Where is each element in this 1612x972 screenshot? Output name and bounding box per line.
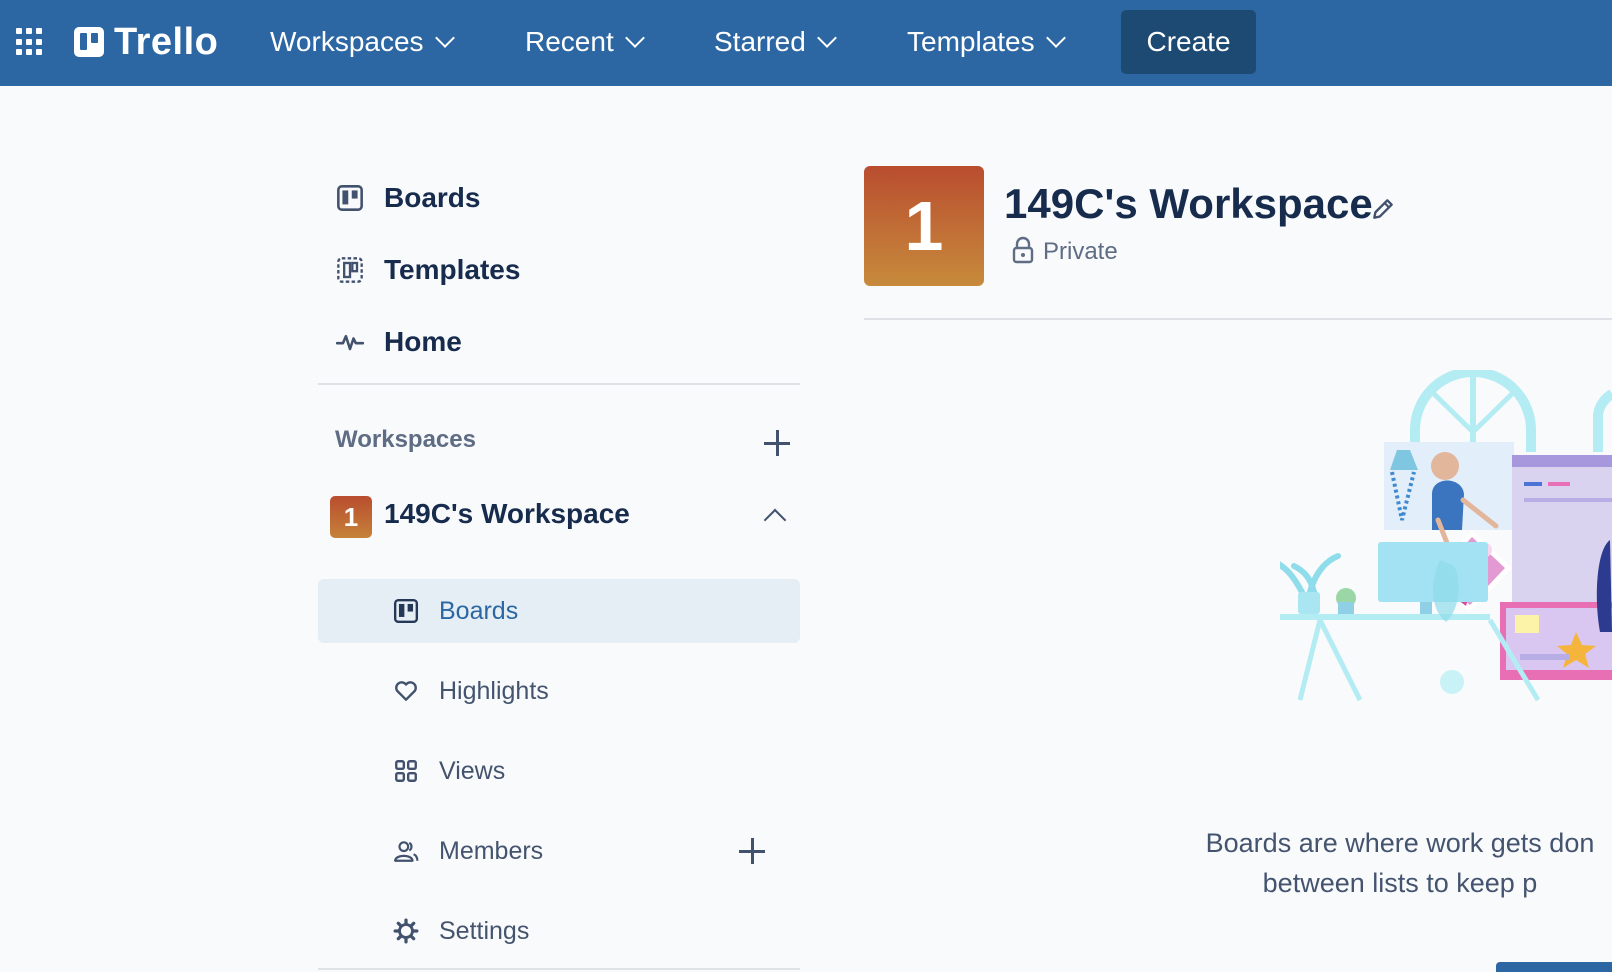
nav-templates-label: Templates <box>907 26 1035 57</box>
pencil-icon[interactable] <box>1370 196 1396 222</box>
lock-icon <box>1012 236 1034 264</box>
members-icon <box>394 841 419 862</box>
trello-logo[interactable]: Trello <box>74 20 219 63</box>
board-icon <box>337 185 363 211</box>
sidebar-link-boards[interactable]: Boards <box>336 176 480 220</box>
add-workspace-icon[interactable] <box>764 430 790 456</box>
sidebar-link-templates[interactable]: Templates <box>336 248 520 292</box>
top-navigation-bar: Trello Workspaces Recent Starred Templat… <box>0 0 1612 86</box>
sidebar-item-label: Highlights <box>439 676 549 705</box>
workspaces-header: Workspaces <box>335 426 476 453</box>
grid-icon <box>395 760 417 782</box>
board-icon <box>393 598 419 624</box>
heart-icon <box>395 681 417 701</box>
sidebar-item-views[interactable]: Views <box>318 739 800 803</box>
chevron-down-icon <box>816 28 837 48</box>
empty-state-text: Boards are where work gets don between l… <box>1170 823 1612 903</box>
sidebar-item-label: Members <box>439 836 544 865</box>
visibility-label[interactable]: Private <box>1043 238 1118 266</box>
sidebar-divider <box>318 383 800 385</box>
chevron-up-icon[interactable] <box>763 508 787 532</box>
create-button[interactable]: Create <box>1121 10 1256 74</box>
trello-logo-icon <box>74 27 104 57</box>
nav-workspaces[interactable]: Workspaces <box>270 20 455 64</box>
sidebar-link-label: Home <box>384 326 462 357</box>
empty-state-line-1: Boards are where work gets don <box>1205 828 1595 858</box>
activity-icon <box>336 334 364 351</box>
sidebar-link-label: Templates <box>384 254 521 285</box>
boards-illustration <box>1280 370 1612 702</box>
workspace-logo: 1 <box>864 166 984 286</box>
gear-icon <box>393 918 419 944</box>
nav-templates[interactable]: Templates <box>907 20 1066 64</box>
sidebar-item-label: Settings <box>439 916 530 945</box>
empty-state-line-2: between lists to keep p <box>1262 868 1538 898</box>
nav-recent[interactable]: Recent <box>525 20 645 64</box>
sidebar-item-label: Boards <box>439 596 519 625</box>
nav-starred[interactable]: Starred <box>714 20 837 64</box>
nav-starred-label: Starred <box>714 26 806 57</box>
add-member-icon[interactable] <box>739 838 765 864</box>
app-switcher-icon[interactable] <box>16 28 44 56</box>
chevron-down-icon <box>1045 28 1066 48</box>
workspace-name[interactable]: 149C's Workspace <box>384 498 630 530</box>
workspace-title: 149C's Workspace <box>1004 180 1373 227</box>
sidebar-link-home[interactable]: Home <box>336 320 462 364</box>
main-divider <box>864 318 1612 320</box>
sidebar-divider-bottom <box>318 968 800 970</box>
create-board-button[interactable] <box>1496 962 1612 972</box>
workspace-avatar: 1 <box>330 496 372 538</box>
sidebar-item-settings[interactable]: Settings <box>318 899 800 963</box>
nav-recent-label: Recent <box>525 26 614 57</box>
sidebar-item-boards[interactable]: Boards <box>318 579 800 643</box>
template-icon <box>337 257 363 283</box>
sidebar-item-members[interactable]: Members <box>318 819 800 883</box>
logo-text: Trello <box>114 20 219 63</box>
sidebar-item-label: Views <box>439 756 506 785</box>
chevron-down-icon <box>434 28 455 48</box>
chevron-down-icon <box>624 28 645 48</box>
nav-workspaces-label: Workspaces <box>270 26 424 57</box>
sidebar-item-highlights[interactable]: Highlights <box>318 659 800 723</box>
sidebar-link-label: Boards <box>384 182 481 213</box>
